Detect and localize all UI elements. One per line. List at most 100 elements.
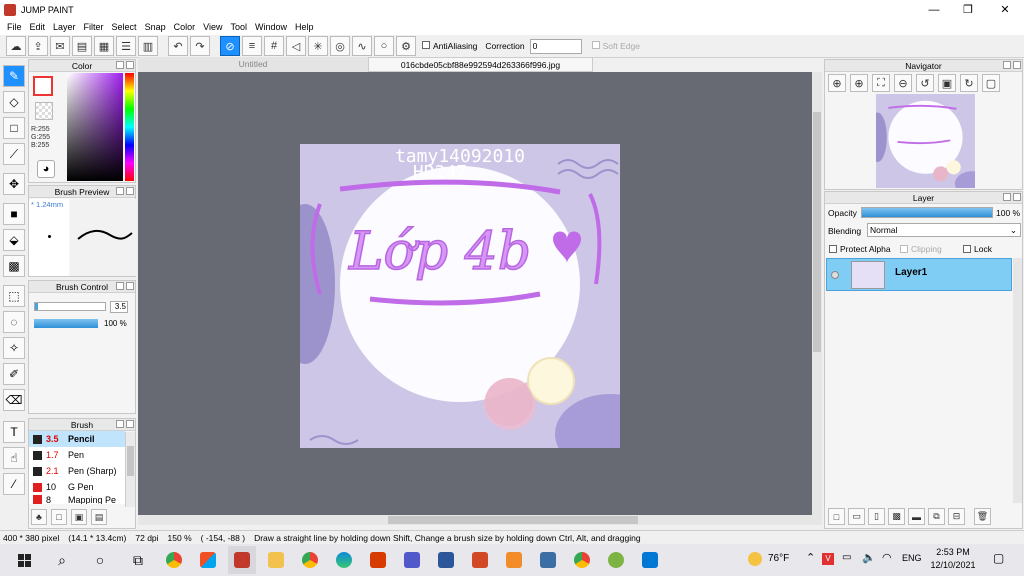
delete-layer-icon[interactable]: 🗑 xyxy=(974,508,991,525)
transparent-color-swatch[interactable] xyxy=(35,102,53,120)
rectangle-tool-icon[interactable]: □ xyxy=(3,117,25,139)
menu-select[interactable]: Select xyxy=(108,22,141,32)
menu-view[interactable]: View xyxy=(199,22,226,32)
panel-float-icon[interactable] xyxy=(116,282,124,290)
search-icon[interactable]: ⌕ xyxy=(48,546,76,574)
panel-close-icon[interactable] xyxy=(1013,193,1021,201)
artwork-canvas[interactable]: tamy14092010 HD247 Lớp 4b xyxy=(300,144,620,448)
menu-layer[interactable]: Layer xyxy=(49,22,80,32)
line-tool-icon[interactable]: ⟋ xyxy=(3,143,25,165)
brush-size-input[interactable]: 3.5 xyxy=(110,301,128,313)
tab-untitled[interactable]: Untitled xyxy=(138,57,368,72)
magic-wand-icon[interactable]: ✧ xyxy=(3,337,25,359)
brush-item-pen-sharp[interactable]: 2.1 Pen (Sharp) xyxy=(29,463,125,479)
close-button[interactable]: ✕ xyxy=(988,0,1022,19)
zoom-out-icon[interactable]: ⊖ xyxy=(894,74,912,92)
panel-float-icon[interactable] xyxy=(1003,193,1011,201)
fit-screen-icon[interactable]: ⛶ xyxy=(872,74,890,92)
powerpoint-icon[interactable] xyxy=(466,546,494,574)
brush-add-icon[interactable]: ♣ xyxy=(31,509,47,525)
panel-close-icon[interactable] xyxy=(126,61,134,69)
panel-close-icon[interactable] xyxy=(1013,61,1021,69)
saturation-value-picker[interactable] xyxy=(67,73,123,181)
zoom-in-alt-icon[interactable]: ⊕ xyxy=(850,74,868,92)
app-green-icon[interactable] xyxy=(602,546,630,574)
brush-item-pen[interactable]: 1.7 Pen xyxy=(29,447,125,463)
menu-tool[interactable]: Tool xyxy=(226,22,251,32)
brush-settings-icon[interactable]: ▤ xyxy=(91,509,107,525)
comment-icon[interactable]: ▤ xyxy=(72,36,92,56)
merge-layer-icon[interactable]: ⧉ xyxy=(928,508,945,525)
restore-button[interactable]: ❐ xyxy=(951,0,985,19)
weather-icon[interactable] xyxy=(748,552,762,566)
chrome-icon[interactable] xyxy=(160,546,188,574)
windows-start-icon[interactable] xyxy=(10,546,38,574)
canvas-horizontal-scrollbar[interactable] xyxy=(138,515,822,525)
word-icon[interactable] xyxy=(432,546,460,574)
brush-size-slider[interactable] xyxy=(34,302,106,311)
cortana-icon[interactable]: ○ xyxy=(86,546,114,574)
tab-current-file[interactable]: 016cbde05cbf88e992594d263366f996.jpg xyxy=(368,57,593,72)
concentric-icon[interactable]: ◎ xyxy=(330,36,350,56)
brush-opacity-slider[interactable] xyxy=(34,319,98,328)
battery-icon[interactable]: ▭ xyxy=(842,552,851,563)
primary-color-swatch[interactable] xyxy=(33,76,53,96)
move-tool-icon[interactable]: ✥ xyxy=(3,173,25,195)
volume-icon[interactable]: 🔈 xyxy=(862,551,876,564)
zoom-in-icon[interactable]: ⊕ xyxy=(828,74,846,92)
fill-rect-tool-icon[interactable]: ■ xyxy=(3,203,25,225)
snap-off-icon[interactable]: ⊘ xyxy=(220,36,240,56)
protect-alpha-checkbox[interactable] xyxy=(829,245,837,253)
parallel-lines-icon[interactable]: ≡ xyxy=(242,36,262,56)
layer-visibility-icon[interactable] xyxy=(831,271,839,279)
panel-close-icon[interactable] xyxy=(126,282,134,290)
gear-icon[interactable]: ⚙ xyxy=(396,36,416,56)
undo-icon[interactable]: ↶ xyxy=(168,36,188,56)
select-eraser-icon[interactable]: ⌫ xyxy=(3,389,25,411)
chrome-second-icon[interactable] xyxy=(568,546,596,574)
pointer-tool-icon[interactable]: ☝ xyxy=(3,447,25,469)
minimize-button[interactable]: — xyxy=(917,0,951,19)
store-icon[interactable] xyxy=(194,546,222,574)
panel-float-icon[interactable] xyxy=(116,420,124,428)
navigator-thumbnail[interactable] xyxy=(876,94,975,188)
brush-item-mapping-pen[interactable]: 8 Mapping Pe xyxy=(29,495,125,504)
layer-row[interactable]: Layer1 xyxy=(826,258,1012,291)
brush-item-g-pen[interactable]: 10 G Pen xyxy=(29,479,125,495)
text-tool-icon[interactable]: T xyxy=(3,421,25,443)
brush-copy-icon[interactable]: ▣ xyxy=(71,509,87,525)
layer-folder-icon[interactable]: ▬ xyxy=(908,508,925,525)
brush-list-scrollbar[interactable] xyxy=(125,432,135,507)
perspective-icon[interactable]: ◁ xyxy=(286,36,306,56)
chat-icon[interactable]: ✉ xyxy=(50,36,70,56)
curve-icon[interactable]: ∿ xyxy=(352,36,372,56)
eyedropper-tool-icon[interactable]: ⁄ xyxy=(3,473,25,495)
menu-edit[interactable]: Edit xyxy=(26,22,50,32)
office-icon[interactable] xyxy=(364,546,392,574)
clipping-checkbox[interactable] xyxy=(900,245,908,253)
panel-float-icon[interactable] xyxy=(116,61,124,69)
app-orange-icon[interactable] xyxy=(500,546,528,574)
task-view-icon[interactable]: ⧉ xyxy=(124,546,152,574)
clock-time[interactable]: 2:53 PM xyxy=(932,547,974,557)
duplicate-layer-icon[interactable]: ▯ xyxy=(868,508,885,525)
antialiasing-checkbox[interactable] xyxy=(422,41,430,49)
language-indicator[interactable]: ENG xyxy=(902,553,922,563)
panel-float-icon[interactable] xyxy=(1003,61,1011,69)
new-layer-alt-icon[interactable]: ▭ xyxy=(848,508,865,525)
menu-color[interactable]: Color xyxy=(170,22,200,32)
menu-snap[interactable]: Snap xyxy=(141,22,170,32)
palette-icon[interactable]: ◕ xyxy=(37,160,55,178)
jump-paint-taskbar-icon[interactable] xyxy=(228,546,256,574)
layer-down-icon[interactable]: ⊟ xyxy=(948,508,965,525)
gradient-tool-icon[interactable]: ▩ xyxy=(3,255,25,277)
file-explorer-icon[interactable] xyxy=(262,546,290,574)
hue-slider[interactable] xyxy=(125,73,134,181)
photos-icon[interactable] xyxy=(636,546,664,574)
share-icon[interactable]: ⇪ xyxy=(28,36,48,56)
notifications-icon[interactable]: ▢ xyxy=(993,551,1004,565)
flip-icon[interactable]: ▣ xyxy=(938,74,956,92)
reset-view-icon[interactable]: ▢ xyxy=(982,74,1000,92)
correction-input[interactable]: 0 xyxy=(529,38,582,54)
bucket-tool-icon[interactable]: ⬙ xyxy=(3,229,25,251)
